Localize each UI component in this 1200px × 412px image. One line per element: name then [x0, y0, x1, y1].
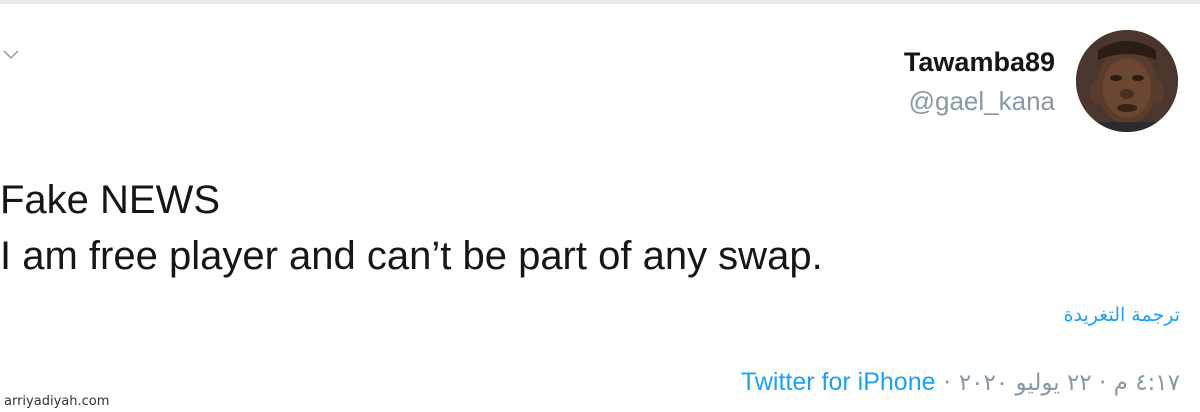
meta-separator: · [943, 370, 951, 396]
tweet-text: Fake NEWS I am free player and can’t be … [0, 172, 1180, 284]
user-handle[interactable]: @gael_kana [904, 84, 1055, 118]
source-link[interactable]: Twitter for iPhone [741, 368, 936, 397]
tweet-meta: Twitter for iPhone · ٤:١٧ م · ٢٢ يوليو ٢… [741, 368, 1180, 397]
avatar[interactable] [1076, 30, 1178, 132]
translate-tweet-link[interactable]: ترجمة التغريدة [1064, 304, 1180, 326]
tweet-author[interactable]: Tawamba89 @gael_kana [904, 44, 1055, 118]
tweet-card: Tawamba89 @gael_kana Fake NEWS I am free… [0, 4, 1200, 412]
timestamp-link[interactable]: ٤:١٧ م · ٢٢ يوليو ٢٠٢٠ [959, 370, 1180, 396]
tweet-text-line: I am free player and can’t be part of an… [0, 234, 823, 278]
display-name[interactable]: Tawamba89 [904, 44, 1055, 80]
site-watermark: arriyadiyah.com [4, 394, 110, 409]
chevron-down-icon[interactable] [2, 48, 20, 62]
tweet-text-line: Fake NEWS [0, 178, 221, 222]
